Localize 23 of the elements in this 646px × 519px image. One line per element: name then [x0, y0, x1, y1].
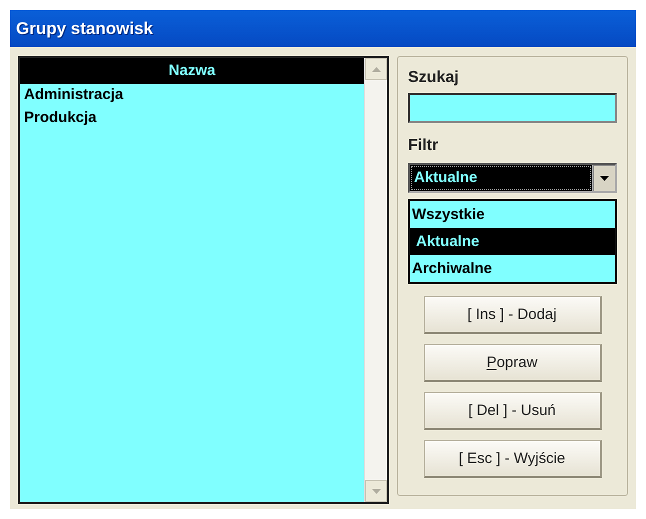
dropdown-value: Aktualne [410, 165, 592, 191]
down-arrow-icon [372, 488, 380, 494]
caret-icon [600, 176, 608, 180]
list-row[interactable]: Administracja [20, 84, 364, 107]
up-arrow-icon [372, 66, 380, 72]
column-header: Nazwa [20, 58, 364, 84]
window-title: Grupy stanowisk [16, 18, 153, 38]
action-button[interactable]: [ Del ] - Usuń [424, 392, 602, 430]
action-button[interactable]: [ Esc ] - Wyjście [424, 440, 602, 478]
scrollbar[interactable] [364, 58, 387, 502]
action-button[interactable]: [ Ins ] - Dodaj [424, 296, 602, 334]
scroll-up-button[interactable] [365, 58, 387, 80]
dropdown-option[interactable]: Aktualne [410, 228, 615, 255]
search-label: Szukaj [408, 69, 460, 87]
dropdown-option[interactable]: Archiwalne [410, 255, 615, 282]
list-row[interactable]: Produkcja [20, 107, 364, 130]
filter-dropdown[interactable]: Aktualne [408, 163, 617, 193]
filter-label: Filtr [408, 137, 440, 155]
dropdown-button[interactable] [592, 165, 615, 191]
scroll-down-button[interactable] [365, 480, 387, 502]
dropdown-option[interactable]: Wszystkie [410, 201, 615, 228]
search-field[interactable] [408, 93, 617, 123]
action-button[interactable]: Popraw [424, 344, 602, 382]
